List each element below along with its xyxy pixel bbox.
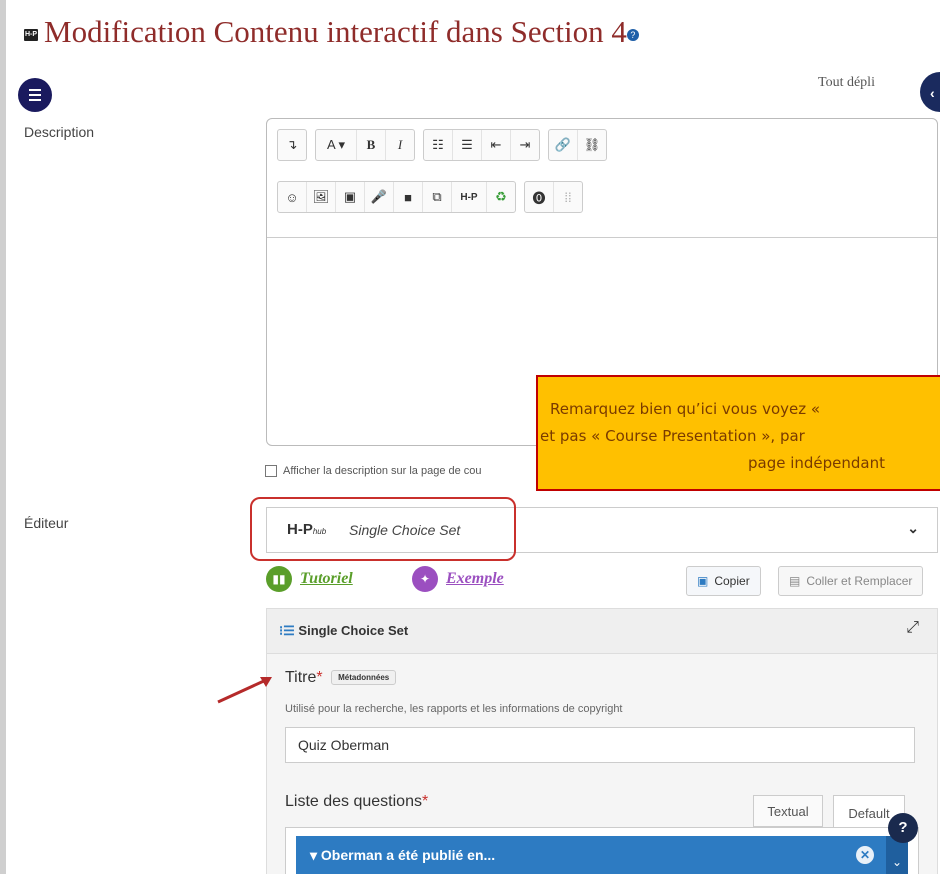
window-left-edge [0,0,6,874]
callout-line-2: et pas « Course Presentation », par [540,427,805,445]
accessibility-checker-button[interactable]: ⓿ [525,182,554,212]
callout-line-1: Remarquez bien qu’ici vous voyez « [550,400,821,418]
toolbar-toggle-button[interactable]: ↴ [278,130,306,160]
tutorial-link[interactable]: Tutoriel [300,570,353,588]
list-icon [29,89,41,101]
tab-textual[interactable]: Textual [753,795,823,827]
remove-icon[interactable]: ✕ [856,846,874,864]
title-field-label: Titre* Métadonnées [285,669,397,687]
media-button[interactable]: ▣ [336,182,365,212]
manage-files-button[interactable]: ⧉ [423,182,452,212]
semantics-header: ⁝☰ Single Choice Set ⤢ [267,609,937,654]
question-title: ▾ Oberman a été publié en... [310,847,496,863]
h5p-icon: H-P [24,28,38,41]
metadata-button[interactable]: Métadonnées [331,670,397,686]
example-link[interactable]: Exemple [446,570,504,588]
paste-replace-button[interactable]: ▤ Coller et Remplacer [778,566,924,596]
emoji-button[interactable]: ☺ [278,182,307,212]
screenreader-helper-button[interactable]: ⁞⁞ [554,182,582,212]
expand-all-link[interactable]: Tout dépli [818,75,875,91]
callout-line-3: page indépendant [748,454,886,472]
editor-label: Éditeur [24,515,69,531]
h5p-insert-button[interactable]: H-P [452,182,487,212]
caret-down-icon: ▾ [310,847,321,863]
checkbox-icon[interactable] [265,465,277,478]
fullscreen-icon[interactable]: ⤢ [906,619,919,637]
block-drawer-button[interactable]: ‹ [920,72,940,112]
copy-icon: ▣ [697,574,709,588]
outdent-button[interactable]: ⇤ [482,130,511,160]
help-button[interactable]: ? [888,813,918,843]
annotation-callout: Remarquez bien qu’ici vous voyez « et pa… [536,375,940,491]
title-field-description: Utilisé pour la recherche, les rapports … [285,703,623,715]
page: H-P Modification Contenu interactif dans … [0,0,940,874]
course-index-drawer-button[interactable] [18,78,52,112]
semantics-title: ⁝☰ Single Choice Set [279,623,409,638]
tutorial-link-group[interactable]: ▮▮ Tutoriel [266,566,353,592]
recycle-button[interactable]: ♻ [487,182,515,212]
link-button[interactable]: 🔗 [549,130,578,160]
magic-wand-icon: ✦ [412,566,438,592]
description-label: Description [24,124,95,140]
image-button[interactable]: 🖼 [307,182,336,212]
editor-toolbar-row-2: ☺ 🖼 ▣ 🎤 ■ ⧉ H-P ♻ ⓿ ⁞⁞ [277,181,583,213]
questions-label: Liste des questions* [285,793,429,810]
paste-icon: ▤ [789,574,801,588]
ordered-list-button[interactable]: ☰ [453,130,482,160]
bold-button[interactable]: B [357,130,386,160]
list-icon: ⁝☰ [279,623,299,638]
editor-toolbar-row-1: ↴ A ▾ B I ☷ ☰ ⇤ ⇥ 🔗 ⛓ [277,129,607,161]
paragraph-style-button[interactable]: A ▾ [316,130,357,160]
unlink-button[interactable]: ⛓ [578,130,606,160]
chevron-left-icon: ‹ [930,85,935,101]
question-list: ▾ Oberman a été publié en... ✕ ⌄ [285,827,919,874]
help-icon[interactable]: ? [626,28,639,41]
example-link-group[interactable]: ✦ Exemple [412,566,504,592]
show-description-checkbox[interactable]: Afficher la description sur la page de c… [265,465,482,478]
title-input[interactable]: Quiz Oberman [285,727,915,763]
copy-button[interactable]: ▣ Copier [686,566,761,596]
indent-button[interactable]: ⇥ [511,130,539,160]
question-item[interactable]: ▾ Oberman a été publié en... ✕ [296,836,886,874]
chevron-down-icon[interactable]: ⌄ [907,520,919,537]
h5p-semantics-panel: ⁝☰ Single Choice Set ⤢ Titre* Métadonnée… [266,608,938,874]
record-video-button[interactable]: ■ [394,182,423,212]
unordered-list-button[interactable]: ☷ [424,130,453,160]
record-audio-button[interactable]: 🎤 [365,182,394,212]
annotation-highlight-box [250,497,516,561]
italic-button[interactable]: I [386,130,414,160]
page-title: H-P Modification Contenu interactif dans … [24,14,639,50]
annotation-arrow [217,677,272,704]
book-icon: ▮▮ [266,566,292,592]
